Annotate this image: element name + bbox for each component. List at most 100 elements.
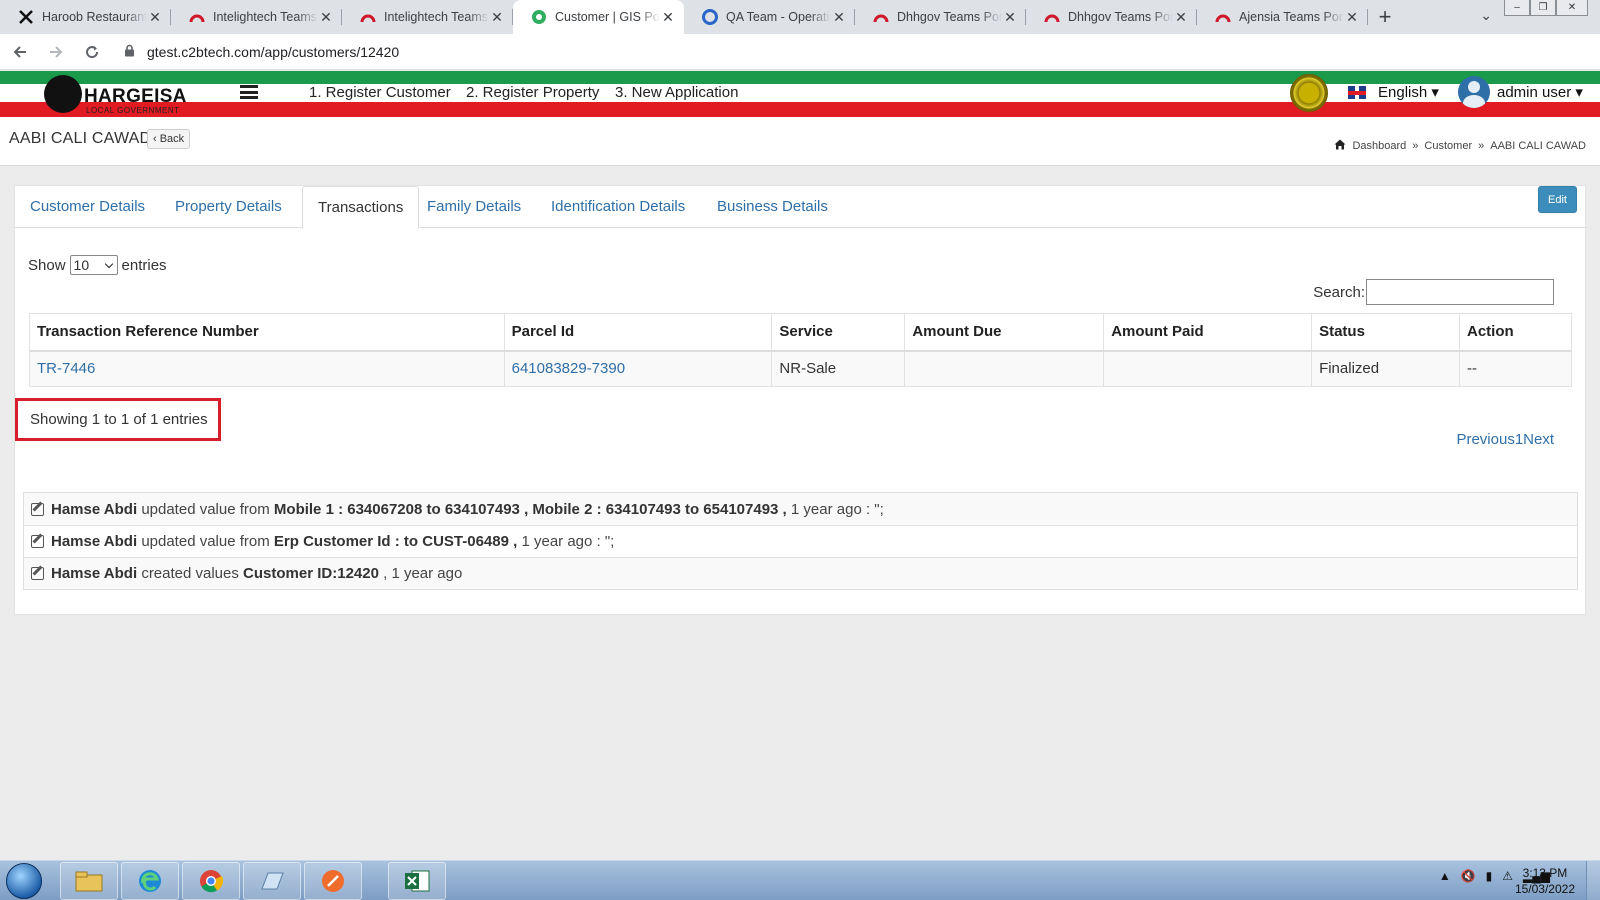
pagination[interactable]: Previous1Next	[1456, 431, 1554, 448]
qa-circle-icon	[702, 9, 718, 25]
log-verb: updated value from	[141, 533, 270, 550]
chrome-icon[interactable]	[182, 862, 240, 900]
tab-business-details[interactable]: Business Details	[702, 186, 843, 228]
battery-icon[interactable]: ▮	[1486, 869, 1493, 883]
close-tab-icon[interactable]: ✕	[489, 9, 505, 25]
teams-arch-icon	[189, 9, 205, 25]
close-window-icon[interactable]: ✕	[1556, 0, 1588, 16]
column-header[interactable]: Status	[1311, 313, 1460, 352]
breadcrumb: Dashboard » Customer » AABI CALI CAWAD	[1334, 139, 1586, 153]
tab-search-chevron-icon[interactable]: ⌄	[1480, 7, 1492, 24]
browser-tab[interactable]: Dhhgov Teams Porta ✕	[855, 0, 1026, 34]
search-input[interactable]	[1366, 279, 1554, 305]
reload-icon[interactable]	[76, 36, 108, 68]
log-time: , 1 year ago	[383, 565, 463, 582]
tab-customer-details[interactable]: Customer Details	[15, 186, 160, 228]
tab-family-details[interactable]: Family Details	[412, 186, 536, 228]
browser-tab[interactable]: Intelightech Teams P ✕	[342, 0, 513, 34]
tab-title: Dhhgov Teams Porta	[897, 10, 1002, 24]
logo-name: HARGEISA	[84, 86, 187, 107]
log-user: Hamse Abdi	[51, 565, 138, 582]
close-tab-icon[interactable]: ✕	[1344, 9, 1360, 25]
close-tab-icon[interactable]: ✕	[318, 9, 334, 25]
transactions-table: Transaction Reference Number Parcel Id S…	[29, 313, 1573, 387]
close-tab-icon[interactable]: ✕	[660, 9, 676, 25]
parcel-id-link[interactable]: 641083829-7390	[503, 350, 773, 387]
log-user: Hamse Abdi	[51, 533, 138, 550]
back-arrow-icon[interactable]	[4, 36, 36, 68]
breadcrumb-customer[interactable]: Customer	[1424, 140, 1472, 152]
close-tab-icon[interactable]: ✕	[1002, 9, 1018, 25]
file-explorer-icon[interactable]	[60, 862, 118, 900]
new-tab-button[interactable]: +	[1368, 0, 1402, 34]
column-header[interactable]: Transaction Reference Number	[29, 313, 505, 352]
user-menu-dropdown[interactable]: admin user ▾	[1497, 83, 1583, 101]
table-header-row: Transaction Reference Number Parcel Id S…	[29, 313, 1573, 352]
service-cell: NR-Sale	[771, 350, 906, 387]
network-icon[interactable]: ⚠	[1502, 869, 1513, 883]
column-header[interactable]: Amount Paid	[1103, 313, 1313, 352]
excel-icon[interactable]	[388, 862, 446, 900]
breadcrumb-dashboard[interactable]: Dashboard	[1352, 140, 1406, 152]
browser-tab[interactable]: Ajensia Teams Porta ✕	[1197, 0, 1368, 34]
browser-tab[interactable]: Intelightech Teams P ✕	[171, 0, 342, 34]
edit-button[interactable]: Edit	[1538, 186, 1577, 213]
log-detail: Customer ID:12420	[243, 565, 379, 582]
system-clock[interactable]: 3:13 PM 15/03/2022	[1515, 865, 1575, 897]
url-bar[interactable]: gtest.c2btech.com/app/customers/12420	[116, 38, 1336, 66]
nav-register-customer[interactable]: 1. Register Customer	[309, 84, 451, 101]
edge-icon[interactable]	[121, 862, 179, 900]
nav-register-property[interactable]: 2. Register Property	[466, 84, 599, 101]
edit-icon	[31, 535, 44, 548]
log-verb: updated value from	[141, 500, 270, 518]
edit-icon	[31, 502, 44, 516]
column-header[interactable]: Action	[1458, 313, 1573, 352]
volume-icon[interactable]: 🔇	[1461, 869, 1476, 883]
hargeisa-logo[interactable]: HARGEISA LOCAL GOVERNMENT	[44, 75, 187, 115]
start-button[interactable]	[6, 863, 42, 899]
browser-tab[interactable]: QA Team - Operatio ✕	[684, 0, 855, 34]
page-title: AABI CALI CAWAD	[9, 130, 152, 147]
close-tab-icon[interactable]: ✕	[147, 9, 163, 25]
transaction-ref-link[interactable]: TR-7446	[29, 350, 505, 387]
show-label: Show	[28, 256, 66, 274]
notes-app-icon[interactable]	[243, 862, 301, 900]
log-verb: created values	[141, 565, 239, 582]
entries-length-select[interactable]: 10	[69, 255, 118, 275]
tab-title: Customer | GIS Porta	[555, 10, 660, 24]
language-dropdown[interactable]: English ▾	[1378, 83, 1439, 101]
minimize-window-icon[interactable]: –	[1504, 0, 1530, 16]
restore-window-icon[interactable]: ❐	[1530, 0, 1556, 16]
postman-icon[interactable]	[304, 862, 362, 900]
tab-title: Dhhgov Teams Porta	[1068, 10, 1173, 24]
close-tab-icon[interactable]: ✕	[1173, 9, 1189, 25]
status-cell: Finalized	[1311, 350, 1460, 387]
browser-tab[interactable]: Dhhgov Teams Porta ✕	[1026, 0, 1197, 34]
menu-toggle-icon[interactable]	[240, 85, 258, 99]
browser-tab[interactable]: Haroob Restaurant P ✕	[0, 0, 171, 34]
tab-property-details[interactable]: Property Details	[160, 186, 297, 228]
lock-icon	[124, 44, 135, 60]
windows-taskbar: ▲ 🔇 ▮ ⚠ ▂▄▆ 3:13 PM 15/03/2022	[0, 860, 1600, 900]
log-detail: Erp Customer Id : to CUST-06489 ,	[273, 533, 518, 550]
close-tab-icon[interactable]: ✕	[831, 9, 847, 25]
x-logo-icon	[18, 9, 34, 25]
tab-transactions[interactable]: Transactions	[302, 186, 420, 229]
tray-expand-icon[interactable]: ▲	[1439, 869, 1451, 883]
search-label: Search:	[1313, 283, 1365, 301]
show-desktop-button[interactable]	[1586, 861, 1600, 900]
action-cell: --	[1458, 350, 1573, 387]
nav-new-application[interactable]: 3. New Application	[615, 84, 738, 101]
audit-log-entry: Hamse Abdi created values Customer ID:12…	[24, 557, 1577, 589]
browser-tab-active[interactable]: Customer | GIS Porta ✕	[513, 0, 684, 34]
forward-arrow-icon[interactable]	[40, 36, 72, 68]
column-header[interactable]: Parcel Id	[503, 313, 773, 352]
column-header[interactable]: Service	[771, 313, 906, 352]
tab-identification-details[interactable]: Identification Details	[536, 186, 700, 228]
teams-arch-icon	[360, 9, 376, 25]
back-button[interactable]: ‹ Back	[147, 129, 191, 149]
log-time: 1 year ago : ";	[790, 500, 884, 518]
detail-tabs: Customer Details Property Details Transa…	[15, 186, 1587, 229]
column-header[interactable]: Amount Due	[904, 313, 1105, 352]
user-avatar[interactable]	[1458, 76, 1490, 108]
